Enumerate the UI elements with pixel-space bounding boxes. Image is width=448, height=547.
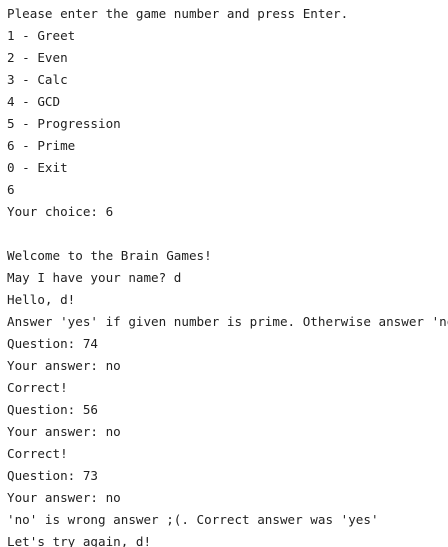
choice-confirmation: Your choice: 6 [7, 204, 114, 219]
result-line: Correct! [7, 446, 68, 461]
question-line: Question: 73 [7, 468, 98, 483]
retry-line: Let's try again, d! [7, 534, 152, 547]
greeting-line: Hello, d! [7, 292, 76, 307]
console-output[interactable]: Please enter the game number and press E… [0, 0, 448, 547]
answer-line: Your answer: no [7, 424, 121, 439]
answer-line: Your answer: no [7, 490, 121, 505]
question-line: Question: 74 [7, 336, 98, 351]
menu-option-progression: 5 - Progression [7, 116, 121, 131]
result-line: Correct! [7, 380, 68, 395]
menu-option-calc: 3 - Calc [7, 72, 68, 87]
question-line: Question: 56 [7, 402, 98, 417]
user-input-line: 6 [7, 182, 15, 197]
game-rules: Answer 'yes' if given number is prime. O… [7, 314, 448, 329]
menu-option-exit: 0 - Exit [7, 160, 68, 175]
name-prompt: May I have your name? d [7, 270, 182, 285]
menu-option-gcd: 4 - GCD [7, 94, 61, 109]
answer-line: Your answer: no [7, 358, 121, 373]
menu-option-prime: 6 - Prime [7, 138, 76, 153]
menu-option-greet: 1 - Greet [7, 28, 76, 43]
welcome-message: Welcome to the Brain Games! [7, 248, 212, 263]
menu-option-even: 2 - Even [7, 50, 68, 65]
prompt-line: Please enter the game number and press E… [7, 6, 349, 21]
wrong-answer-line: 'no' is wrong answer ;(. Correct answer … [7, 512, 379, 527]
